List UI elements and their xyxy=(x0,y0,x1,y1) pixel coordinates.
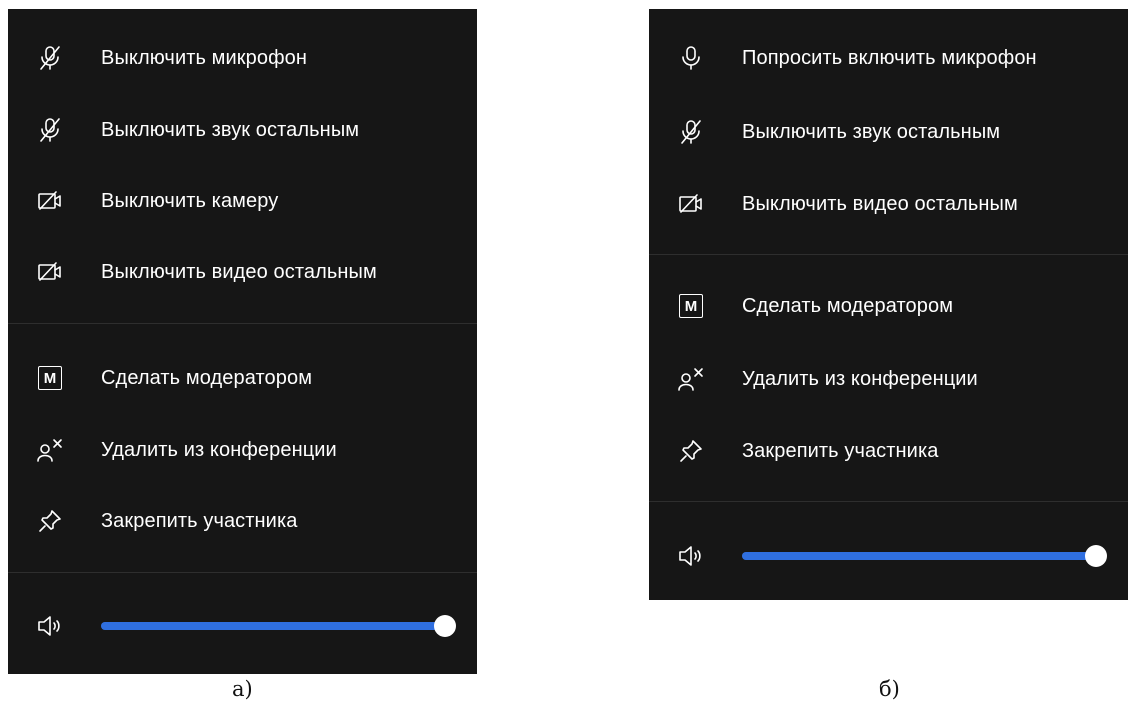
participant-menu-b: Попросить включить микрофон Выключить зв… xyxy=(649,9,1128,600)
menu-item-label: Попросить включить микрофон xyxy=(742,46,1037,69)
menu-item-mute-others[interactable]: Выключить звук остальным xyxy=(649,102,1128,162)
menu-item-label: Сделать модератором xyxy=(101,366,313,389)
menu-item-mute-microphone[interactable]: Выключить микрофон xyxy=(8,28,477,88)
volume-fill xyxy=(742,552,1096,560)
menu-item-label: Закрепить участника xyxy=(742,439,939,462)
volume-slider[interactable] xyxy=(101,615,456,637)
volume-fill xyxy=(101,622,445,630)
participant-menu-a: Выключить микрофон Выключить звук осталь… xyxy=(8,9,477,674)
volume-knob[interactable] xyxy=(434,615,456,637)
mic-off-icon xyxy=(677,118,705,146)
menu-item-remove-from-conference[interactable]: Удалить из конференции xyxy=(8,420,477,480)
menu-item-label: Сделать модератором xyxy=(742,294,954,317)
menu-divider xyxy=(649,501,1128,502)
menu-item-turn-off-others-video[interactable]: Выключить видео остальным xyxy=(649,174,1128,234)
menu-item-label: Выключить видео остальным xyxy=(101,260,377,283)
mic-off-icon xyxy=(36,116,64,144)
menu-item-mute-others[interactable]: Выключить звук остальным xyxy=(8,100,477,160)
volume-knob[interactable] xyxy=(1085,545,1107,567)
camera-off-icon xyxy=(36,187,64,215)
volume-control xyxy=(8,596,477,656)
mic-icon xyxy=(677,44,705,72)
mic-off-icon xyxy=(36,44,64,72)
remove-user-icon xyxy=(36,436,64,464)
volume-control xyxy=(649,526,1128,586)
menu-item-turn-off-others-video[interactable]: Выключить видео остальным xyxy=(8,242,477,302)
menu-item-turn-off-camera[interactable]: Выключить камеру xyxy=(8,171,477,231)
moderator-icon: M xyxy=(36,364,64,392)
moderator-icon: M xyxy=(677,292,705,320)
camera-off-icon xyxy=(677,190,705,218)
menu-item-label: Закрепить участника xyxy=(101,509,298,532)
menu-divider xyxy=(649,254,1128,255)
menu-item-remove-from-conference[interactable]: Удалить из конференции xyxy=(649,349,1128,409)
speaker-icon xyxy=(677,542,705,570)
speaker-icon xyxy=(36,612,64,640)
figure-caption-a: а) xyxy=(232,677,253,701)
menu-divider xyxy=(8,323,477,324)
menu-item-label: Выключить микрофон xyxy=(101,46,307,69)
menu-item-make-moderator[interactable]: M Сделать модератором xyxy=(649,276,1128,336)
remove-user-icon xyxy=(677,365,705,393)
camera-off-icon xyxy=(36,258,64,286)
menu-item-pin-participant[interactable]: Закрепить участника xyxy=(649,421,1128,481)
menu-item-label: Выключить звук остальным xyxy=(742,120,1001,143)
menu-item-label: Удалить из конференции xyxy=(742,367,978,390)
menu-item-label: Удалить из конференции xyxy=(101,438,337,461)
pin-icon xyxy=(677,437,705,465)
menu-item-label: Выключить звук остальным xyxy=(101,118,360,141)
menu-item-label: Выключить камеру xyxy=(101,189,279,212)
menu-item-ask-enable-microphone[interactable]: Попросить включить микрофон xyxy=(649,28,1128,88)
menu-divider xyxy=(8,572,477,573)
menu-item-pin-participant[interactable]: Закрепить участника xyxy=(8,491,477,551)
volume-slider[interactable] xyxy=(742,545,1107,567)
menu-item-make-moderator[interactable]: M Сделать модератором xyxy=(8,348,477,408)
menu-item-label: Выключить видео остальным xyxy=(742,192,1018,215)
pin-icon xyxy=(36,507,64,535)
figure-caption-b: б) xyxy=(879,677,900,701)
